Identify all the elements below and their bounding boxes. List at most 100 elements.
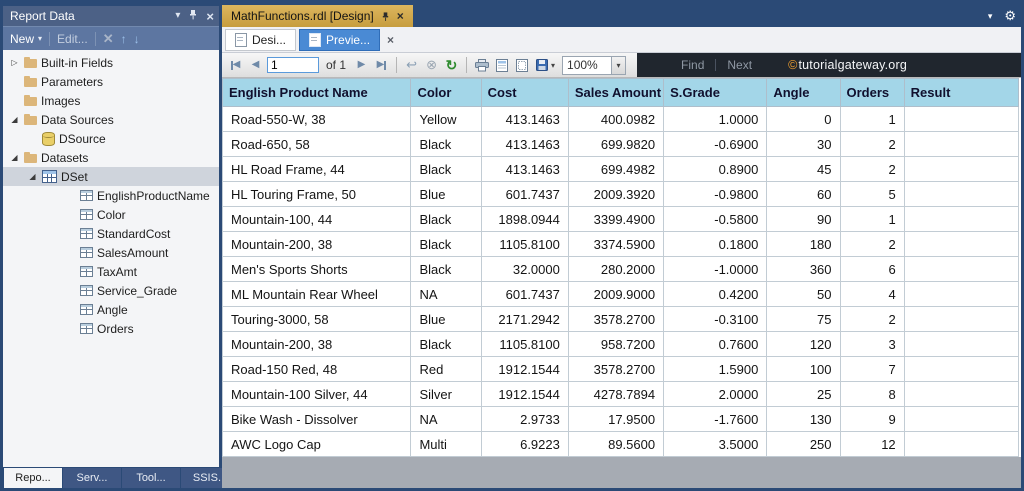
tree-item-label: TaxAmt (97, 264, 138, 279)
collapse-arrow-icon[interactable]: ◢ (9, 153, 20, 162)
cell-result (903, 131, 1020, 157)
next-page-button[interactable]: ▶ (353, 56, 370, 74)
tree-item-dset[interactable]: ◢ DSet (3, 167, 219, 186)
close-icon[interactable]: × (387, 33, 394, 47)
panel-tab-repo[interactable]: Repo... (4, 468, 62, 488)
cell-cost: 1105.8100 (480, 331, 569, 357)
tree-item-service-grade[interactable]: Service_Grade (3, 281, 219, 300)
tree-item-label: Images (41, 93, 81, 108)
tree-item-taxamt[interactable]: TaxAmt (3, 262, 219, 281)
cell-sales-amount: 4278.7894 (567, 381, 665, 407)
cell-s-grade: -1.0000 (663, 256, 768, 282)
panel-tab-tool[interactable]: Tool... (122, 468, 180, 488)
cell-sales-amount: 958.7200 (567, 331, 665, 357)
report-data-header: Report Data ▾ × (3, 6, 219, 26)
delete-button[interactable]: ✕ (103, 31, 114, 47)
pin-icon[interactable] (188, 9, 198, 23)
cell-angle: 75 (766, 306, 841, 332)
cell-orders: 2 (839, 306, 905, 332)
table-header-row: English Product Name Color Cost Sales Amoun… (221, 78, 1020, 107)
panel-bottom-tabs: Repo... Serv... Tool... SSIS... (3, 467, 239, 488)
first-page-button[interactable]: ◀ (227, 56, 244, 74)
cell-orders: 5 (839, 181, 905, 207)
tab-list-caret-icon[interactable]: ▾ (988, 11, 993, 22)
cell-s-grade: 1.5900 (663, 356, 768, 382)
move-down-button[interactable]: ↓ (134, 32, 140, 46)
tree-item-color[interactable]: Color (3, 205, 219, 224)
collapse-arrow-icon[interactable]: ◢ (27, 172, 38, 181)
tab-design[interactable]: Desi... (225, 28, 297, 51)
move-up-button[interactable]: ↑ (121, 32, 127, 46)
cell-color: Black (410, 131, 482, 157)
cell-sales-amount: 2009.3920 (567, 181, 665, 207)
column-header-orders: Orders (839, 78, 905, 107)
gear-icon[interactable]: ⚙ (1004, 8, 1016, 24)
window-menu-caret-icon[interactable]: ▾ (175, 11, 180, 21)
previous-page-button[interactable]: ◀ (247, 56, 264, 74)
expand-arrow-icon[interactable]: ▷ (9, 58, 20, 67)
find-next-link[interactable]: Next (727, 58, 752, 72)
cell-color: Blue (410, 306, 482, 332)
last-page-button[interactable]: ▶ (373, 56, 390, 74)
tree-item-data-sources[interactable]: ◢ Data Sources (3, 110, 219, 129)
new-button[interactable]: New ▾ (10, 32, 42, 46)
view-tabs: Desi... Previe... × (222, 27, 1021, 53)
tree-item-label: Angle (97, 302, 128, 317)
cell-english-product-name: Bike Wash - Dissolver (221, 406, 412, 432)
cell-orders: 9 (839, 406, 905, 432)
edit-button[interactable]: Edit... (57, 32, 88, 46)
cell-cost: 1105.8100 (480, 231, 569, 257)
panel-tab-serv[interactable]: Serv... (63, 468, 121, 488)
divider (715, 59, 717, 71)
tree-item-label: DSource (59, 131, 106, 146)
tab-preview[interactable]: Previe... (299, 28, 381, 51)
cell-sales-amount: 2009.9000 (567, 281, 665, 307)
cell-english-product-name: HL Road Frame, 44 (221, 156, 412, 182)
print-button[interactable] (473, 56, 490, 74)
tree-item-parameters[interactable]: Parameters (3, 72, 219, 91)
tree-item-angle[interactable]: Angle (3, 300, 219, 319)
cell-sales-amount: 3578.2700 (567, 306, 665, 332)
document-tab[interactable]: MathFunctions.rdl [Design] × (222, 5, 413, 27)
cell-s-grade: -0.3100 (663, 306, 768, 332)
tree-item-images[interactable]: Images (3, 91, 219, 110)
export-caret-icon[interactable]: ▾ (551, 61, 555, 70)
dataset-icon (42, 170, 57, 183)
cell-english-product-name: ML Mountain Rear Wheel (221, 281, 412, 307)
column-header-sales-amount: Sales Amount (567, 78, 665, 107)
page-setup-button[interactable] (513, 56, 530, 74)
report-viewer-toolbar: ◀ ◀ of 1 ▶ ▶ ↩ ⊗ ↻ ▾ 100 (222, 53, 1021, 78)
next-page-icon: ▶ (357, 59, 366, 70)
pin-icon[interactable] (381, 11, 390, 22)
export-button[interactable] (533, 56, 550, 74)
cell-s-grade: -0.6900 (663, 131, 768, 157)
zoom-select[interactable]: 100% ▾ (562, 55, 627, 75)
table-row: ML Mountain Rear Wheel NA 601.7437 2009.900… (221, 281, 1020, 307)
back-to-parent-button[interactable]: ↩ (403, 56, 420, 74)
close-icon[interactable]: × (206, 10, 214, 23)
find-link[interactable]: Find (681, 58, 704, 72)
cell-result (903, 356, 1020, 382)
table-row: Touring-3000, 58 Blue 2171.2942 3578.2700 -0… (221, 306, 1020, 332)
page-number-input[interactable] (267, 57, 319, 73)
field-icon (80, 285, 93, 296)
tree-item-label: Service_Grade (97, 283, 178, 298)
cell-orders: 7 (839, 356, 905, 382)
tree-item-dsource[interactable]: DSource (3, 129, 219, 148)
previous-page-icon: ◀ (251, 59, 260, 70)
cell-english-product-name: HL Touring Frame, 50 (221, 181, 412, 207)
print-layout-button[interactable] (493, 56, 510, 74)
tree-item-datasets[interactable]: ◢ Datasets (3, 148, 219, 167)
refresh-button[interactable]: ↻ (443, 56, 460, 74)
close-tab-icon[interactable]: × (397, 9, 404, 23)
tree-item-englishproductname[interactable]: EnglishProductName (3, 186, 219, 205)
tree-item-orders[interactable]: Orders (3, 319, 219, 338)
tree-item-built-in-fields[interactable]: ▷ Built-in Fields (3, 53, 219, 72)
table-row: Mountain-100, 44 Black 1898.0944 3399.4900-… (221, 206, 1020, 232)
tree-item-salesamount[interactable]: SalesAmount (3, 243, 219, 262)
collapse-arrow-icon[interactable]: ◢ (9, 115, 20, 124)
cell-result (903, 206, 1020, 232)
tree-item-standardcost[interactable]: StandardCost (3, 224, 219, 243)
toolbar-divider (49, 31, 51, 46)
stop-rendering-button[interactable]: ⊗ (423, 56, 440, 74)
